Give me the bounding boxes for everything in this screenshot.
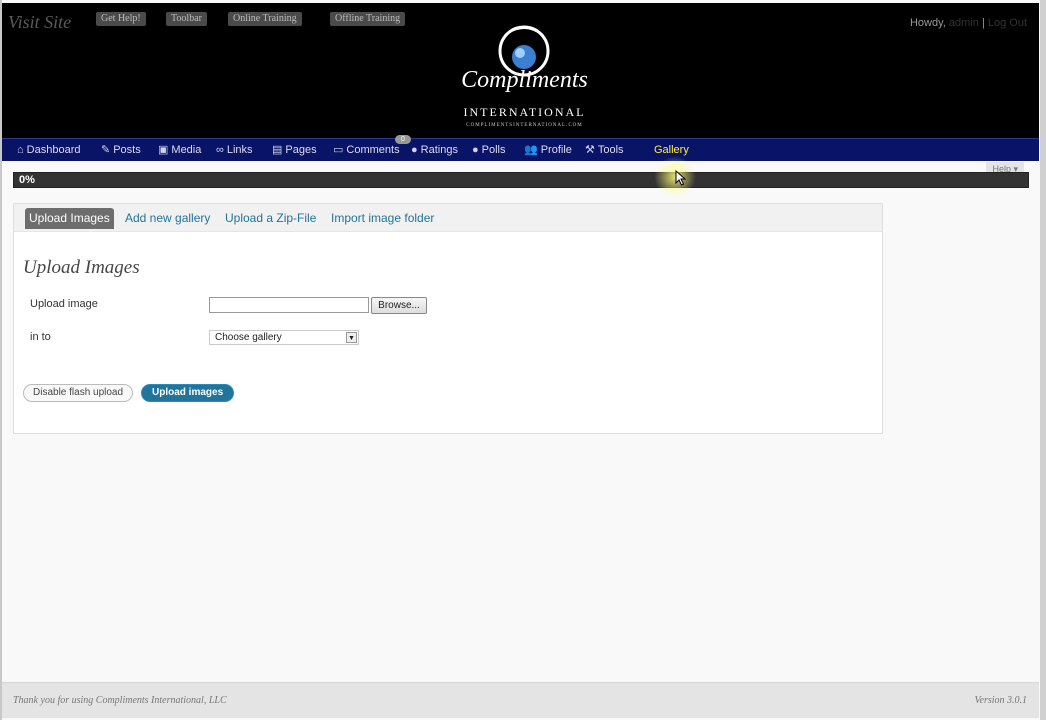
into-label: in to bbox=[30, 331, 51, 343]
compliments-logo: Compliments INTERNATIONAL COMPLIMENTSINT… bbox=[457, 17, 592, 132]
tab-upload-zip[interactable]: Upload a Zip-File bbox=[225, 208, 316, 229]
logo-url: COMPLIMENTSINTERNATIONAL.COM bbox=[466, 123, 583, 128]
nav-pages[interactable]: ▤ Pages bbox=[272, 143, 317, 157]
footer-thanks: Thank you for using Compliments Internat… bbox=[13, 695, 227, 706]
page-title: Upload Images bbox=[23, 257, 140, 278]
progress-text: 0% bbox=[19, 174, 35, 186]
admin-menu-bar: ⌂ Dashboard ✎ Posts ▣ Media ∞ Links ▤ Pages ▭… bbox=[2, 135, 1039, 161]
howdy-text: Howdy, bbox=[909, 17, 946, 29]
user-greeting: Howdy, admin | Log Out bbox=[910, 17, 1027, 29]
logout-link[interactable]: Log Out bbox=[988, 17, 1027, 29]
dropdown-arrow-icon[interactable]: ▼ bbox=[346, 332, 357, 343]
nav-ratings[interactable]: ● Ratings bbox=[411, 143, 458, 157]
nav-media[interactable]: ▣ Media bbox=[158, 143, 201, 157]
offline-training-button[interactable]: Offline Training bbox=[330, 12, 406, 26]
tools-icon: ⚒ bbox=[585, 144, 595, 156]
greeting-separator: | bbox=[981, 17, 985, 29]
nav-comments[interactable]: ▭ Comments bbox=[333, 143, 400, 157]
user-link[interactable]: admin bbox=[949, 17, 979, 29]
browse-button[interactable]: Browse... bbox=[371, 297, 427, 314]
nav-links[interactable]: ∞ Links bbox=[216, 143, 253, 157]
nav-gallery[interactable]: Gallery bbox=[654, 143, 689, 157]
nav-polls[interactable]: ● Polls bbox=[472, 143, 506, 157]
link-icon: ∞ bbox=[216, 144, 224, 156]
nav-dashboard[interactable]: ⌂ Dashboard bbox=[17, 143, 80, 157]
gallery-tabs: Upload Images Add new gallery Upload a Z… bbox=[14, 204, 882, 232]
comment-icon: ▭ bbox=[333, 144, 344, 156]
comments-count-badge: 0 bbox=[395, 135, 411, 144]
toolbar-button[interactable]: Toolbar bbox=[166, 12, 207, 26]
tab-import-folder[interactable]: Import image folder bbox=[331, 208, 434, 229]
ratings-circle-icon: ● bbox=[411, 144, 418, 156]
polls-circle-icon: ● bbox=[472, 144, 479, 156]
footer: Thank you for using Compliments Internat… bbox=[2, 682, 1039, 718]
pin-icon: ✎ bbox=[101, 144, 111, 156]
footer-version: Version 3.0.1 bbox=[974, 695, 1028, 706]
file-path-input[interactable] bbox=[209, 297, 369, 313]
tab-add-new-gallery[interactable]: Add new gallery bbox=[125, 208, 210, 229]
disable-flash-upload-button[interactable]: Disable flash upload bbox=[23, 384, 134, 402]
upload-image-label: Upload image bbox=[30, 298, 98, 310]
gallery-select[interactable]: Choose gallery ▼ bbox=[209, 330, 359, 345]
home-icon: ⌂ bbox=[17, 144, 24, 156]
get-help-button[interactable]: Get Help! bbox=[96, 12, 146, 26]
users-icon: 👥 bbox=[524, 144, 538, 156]
nav-tools[interactable]: ⚒ Tools bbox=[585, 143, 624, 157]
site-header: Visit Site Get Help! Toolbar Online Trai… bbox=[2, 3, 1039, 138]
media-icon: ▣ bbox=[158, 144, 169, 156]
logo-subtitle: INTERNATIONAL bbox=[463, 105, 586, 119]
pages-icon: ▤ bbox=[272, 144, 283, 156]
logo-name: Compliments bbox=[461, 67, 588, 93]
gallery-select-value: Choose gallery bbox=[215, 332, 282, 343]
visit-site-link[interactable]: Visit Site bbox=[8, 12, 71, 33]
nav-posts[interactable]: ✎ Posts bbox=[101, 143, 141, 157]
mouse-pointer-icon bbox=[675, 170, 687, 186]
tab-upload-images[interactable]: Upload Images bbox=[25, 208, 114, 229]
nav-profile[interactable]: 👥 Profile bbox=[524, 143, 572, 157]
upload-images-button[interactable]: Upload images bbox=[141, 384, 235, 402]
online-training-button[interactable]: Online Training bbox=[228, 12, 302, 26]
upload-panel: Upload Images Add new gallery Upload a Z… bbox=[13, 203, 883, 434]
upload-progress-bar: 0% bbox=[13, 172, 1029, 188]
